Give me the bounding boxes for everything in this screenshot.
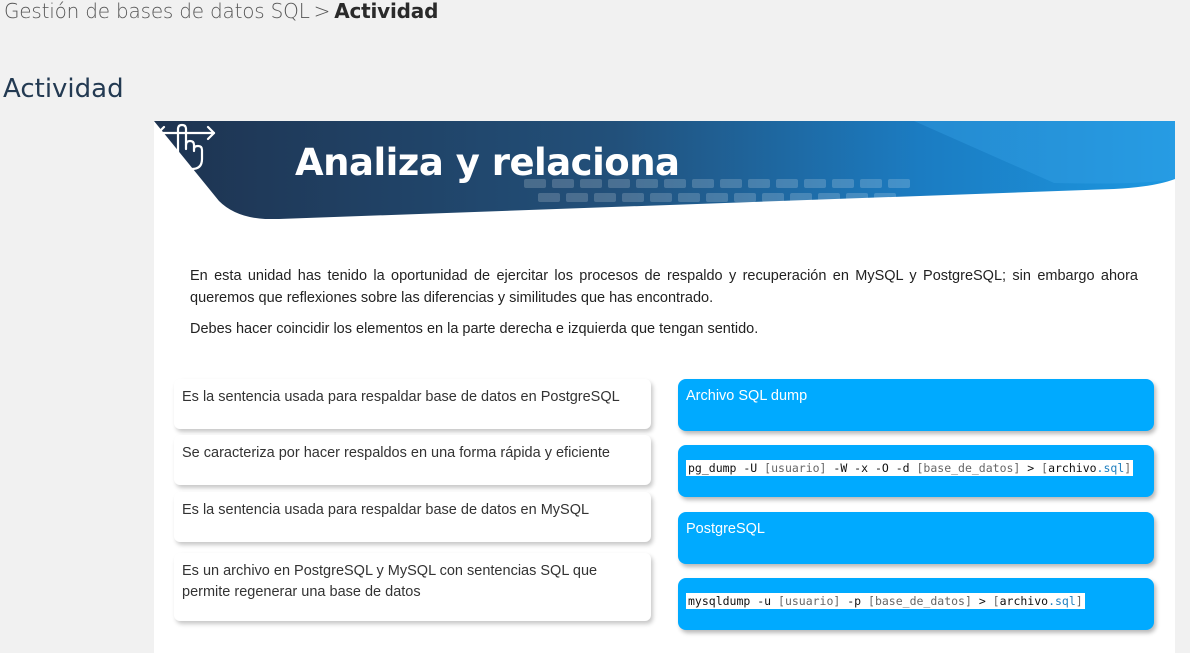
code-db-placeholder: [base_de_datos] <box>916 461 1021 475</box>
code-redirect: > <box>971 594 993 608</box>
code-ext: .sql <box>1048 594 1076 608</box>
code-options: -p <box>840 594 869 608</box>
code-bracket-close: ] <box>1124 461 1132 475</box>
code-bracket-open: [ <box>992 594 1000 608</box>
right-item-sql-dump[interactable]: Archivo SQL dump <box>678 379 1154 431</box>
code-db-placeholder: [base_de_datos] <box>868 594 972 608</box>
code-ext: .sql <box>1096 461 1125 475</box>
banner-title: Analiza y relaciona <box>295 141 680 184</box>
page-title: Actividad <box>3 74 124 104</box>
code-user-placeholder: [usuario] <box>778 594 841 608</box>
left-item-fast-backups[interactable]: Se caracteriza por hacer respaldos en un… <box>174 435 651 485</box>
code-cmd: mysqldump -u <box>688 594 779 608</box>
code-file: archivo <box>1048 461 1097 475</box>
left-item-mysql-statement[interactable]: Es la sentencia usada para respaldar bas… <box>174 492 651 542</box>
activity-banner: Analiza y relaciona <box>154 121 1175 219</box>
breadcrumb-separator: > <box>313 0 331 23</box>
code-file: archivo <box>999 594 1049 608</box>
code-bracket-close: ] <box>1075 594 1083 608</box>
mysqldump-code: mysqldump -u [usuario] -p [base_de_datos… <box>686 593 1085 609</box>
left-item-postgresql-statement[interactable]: Es la sentencia usada para respaldar bas… <box>174 379 651 429</box>
breadcrumb-parent[interactable]: Gestión de bases de datos SQL <box>4 0 310 23</box>
right-item-pg-dump-command[interactable]: pg_dump -U [usuario] -W -x -O -d [base_d… <box>678 445 1154 497</box>
right-item-postgresql[interactable]: PostgreSQL <box>678 512 1154 564</box>
code-cmd: pg_dump -U <box>688 461 765 475</box>
hand-swipe-icon <box>156 123 216 171</box>
pg-dump-code: pg_dump -U [usuario] -W -x -O -d [base_d… <box>686 460 1134 476</box>
left-item-sql-dump-file[interactable]: Es un archivo en PostgreSQL y MySQL con … <box>174 553 651 621</box>
instruction-text: Debes hacer coincidir los elementos en l… <box>190 321 759 337</box>
code-user-placeholder: [usuario] <box>764 461 827 475</box>
breadcrumb: Gestión de bases de datos SQL > Actividad <box>4 0 438 23</box>
code-options: -W -x -O -d <box>826 461 917 475</box>
right-item-mysqldump-command[interactable]: mysqldump -u [usuario] -p [base_de_datos… <box>678 578 1154 630</box>
intro-text: En esta unidad has tenido la oportunidad… <box>190 268 1138 306</box>
activity-card: Analiza y relaciona En esta unidad has t… <box>154 121 1175 653</box>
breadcrumb-current: Actividad <box>334 0 439 23</box>
code-redirect: > <box>1020 461 1042 475</box>
